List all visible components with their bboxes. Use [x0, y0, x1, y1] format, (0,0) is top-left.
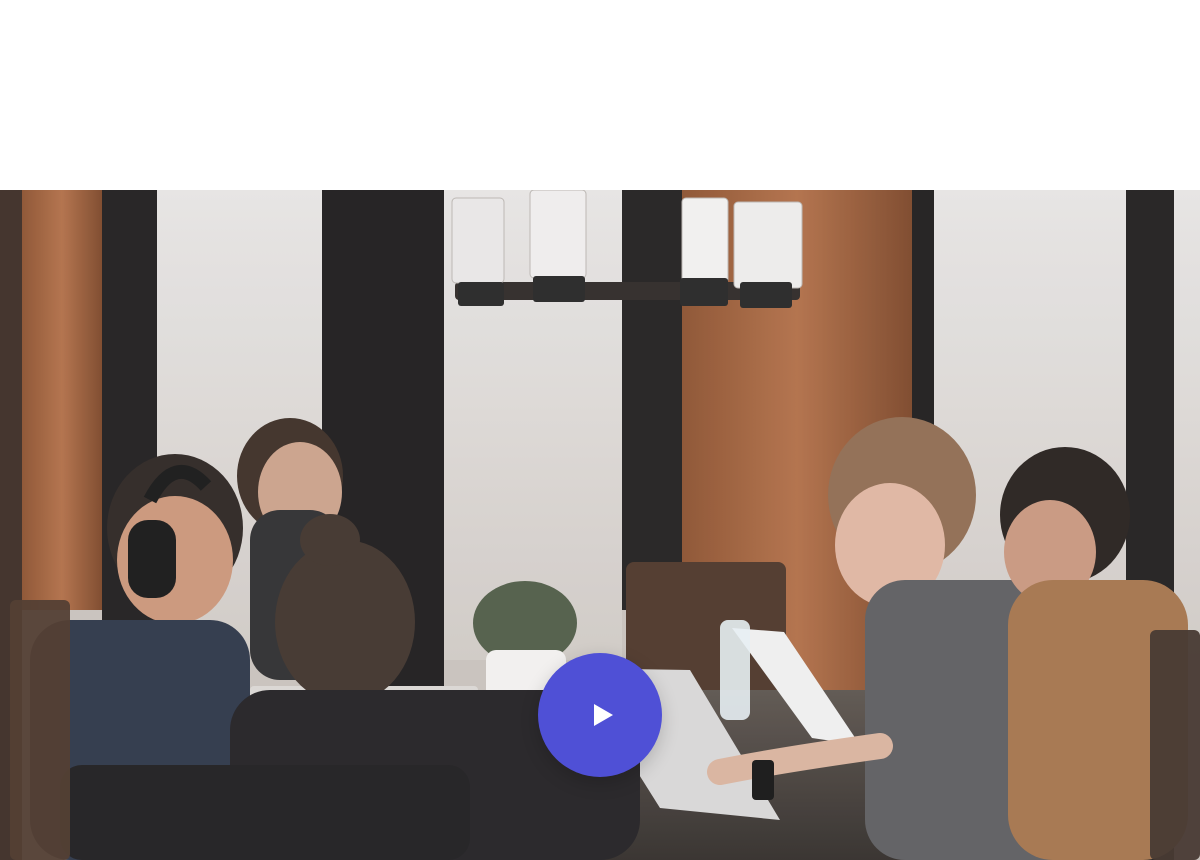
- play-button[interactable]: Play video: [538, 653, 662, 777]
- top-whitespace: [0, 0, 1200, 190]
- play-icon: [593, 704, 613, 726]
- video-thumbnail[interactable]: Play video: [0, 190, 1200, 860]
